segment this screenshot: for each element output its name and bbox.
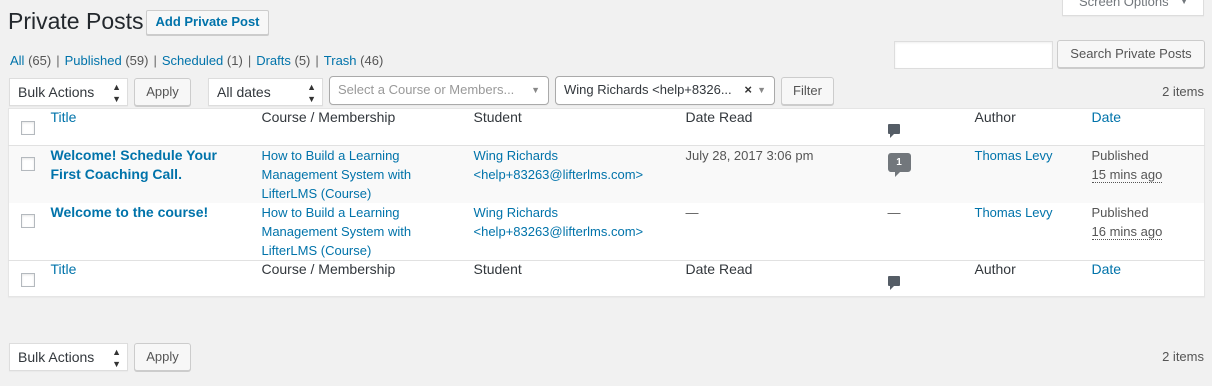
date-read-cell: July 28, 2017 3:06 pm [685,148,814,163]
comment-count-cell: — [887,205,901,220]
date-read-column-footer: Date Read [685,261,753,277]
search-private-posts-button[interactable]: Search Private Posts [1057,40,1205,68]
student-column-footer: Student [473,261,522,277]
bulk-actions-select[interactable]: Bulk Actions ▲ ▼ [9,78,128,106]
author-column-header: Author [974,109,1016,125]
select-all-checkbox[interactable] [21,121,35,135]
student-select[interactable]: Wing Richards <help+8326... × ▼ [555,76,775,105]
table-header-row: Title Course / Membership Student Date R… [8,109,1205,146]
dropdown-arrow-icon: ▼ [757,85,766,95]
apply-button[interactable]: Apply [134,78,191,106]
course-link[interactable]: How to Build a Learning Management System… [262,205,412,258]
author-column-footer: Author [974,261,1016,277]
date-read-column-header: Date Read [685,109,753,125]
course-column-header: Course / Membership [261,109,396,125]
post-status: Published [1091,205,1149,220]
bulk-actions-select-bottom[interactable]: Bulk Actions ▲ ▼ [9,343,128,371]
date-read-cell: — [685,205,699,220]
comment-count-bubble[interactable]: 1 [887,153,911,177]
select-all-checkbox[interactable] [21,273,35,287]
title-column-header[interactable]: Title [51,109,77,125]
comment-icon [887,124,900,138]
clear-selection-icon[interactable]: × [744,77,752,103]
student-column-header: Student [473,109,522,125]
add-private-post-button[interactable]: Add Private Post [146,10,269,35]
screen-options-label: Screen Options [1079,0,1169,9]
dates-select[interactable]: All dates ▲ ▼ [208,78,323,106]
search-input[interactable] [894,41,1053,69]
view-published-link[interactable]: Published (59) [65,53,149,68]
date-column-header[interactable]: Date [1092,109,1122,125]
course-column-footer: Course / Membership [261,261,396,277]
comment-icon [887,276,900,290]
title-column-footer[interactable]: Title [51,261,77,277]
view-trash-link[interactable]: Trash (46) [324,53,384,68]
apply-button-bottom[interactable]: Apply [134,343,191,371]
post-title-link[interactable]: Welcome! Schedule Your First Coaching Ca… [51,147,218,182]
student-link[interactable]: Wing Richards <help+83263@lifterlms.com> [474,205,644,239]
course-membership-select[interactable]: Select a Course or Members... ▼ [329,76,549,105]
screen-options-tab[interactable]: Screen Options ▼ [1062,0,1204,16]
table-row: Welcome to the course! How to Build a Le… [9,203,1205,261]
author-link[interactable]: Thomas Levy [975,148,1053,163]
view-all-link[interactable]: All (65) [10,53,51,68]
posts-table: Title Course / Membership Student Date R… [8,108,1205,297]
row-checkbox[interactable] [21,214,35,228]
view-scheduled-link[interactable]: Scheduled (1) [162,53,243,68]
course-link[interactable]: How to Build a Learning Management System… [262,148,412,201]
view-drafts-link[interactable]: Drafts (5) [256,53,310,68]
post-title-link[interactable]: Welcome to the course! [51,204,209,220]
up-down-arrows-icon: ▲ ▼ [112,82,121,104]
table-row: Welcome! Schedule Your First Coaching Ca… [8,145,1205,203]
row-checkbox[interactable] [21,157,35,171]
caret-down-icon: ▼ [1179,0,1189,7]
page-title: Private Posts [8,8,144,34]
up-down-arrows-icon: ▲ ▼ [112,347,121,369]
post-status: Published [1091,148,1149,163]
post-date-ago: 15 mins ago [1091,167,1163,183]
table-footer-row: Title Course / Membership Student Date R… [8,260,1205,297]
filter-button[interactable]: Filter [781,77,834,105]
date-column-footer[interactable]: Date [1092,261,1122,277]
author-link[interactable]: Thomas Levy [975,205,1053,220]
view-filters: All (65) | Published (59) | Scheduled (1) | Dr… [10,53,384,68]
student-link[interactable]: Wing Richards <help+83263@lifterlms.com> [474,148,644,182]
items-count-bottom: 2 items [1162,349,1204,364]
items-count: 2 items [1162,84,1204,99]
post-date-ago: 16 mins ago [1091,224,1163,240]
dropdown-arrow-icon: ▼ [531,85,540,95]
up-down-arrows-icon: ▲ ▼ [307,82,316,104]
